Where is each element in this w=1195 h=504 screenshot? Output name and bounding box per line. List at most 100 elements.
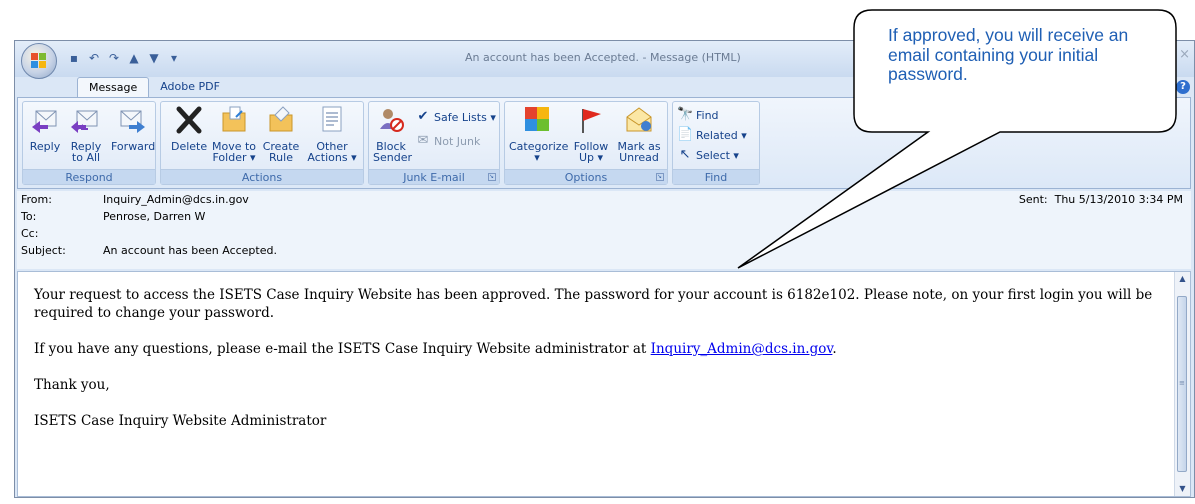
- previous-item-icon[interactable]: ▲: [127, 51, 141, 65]
- delete-label: Delete: [171, 140, 208, 153]
- safe-lists-button[interactable]: ✔ Safe Lists ▾: [415, 108, 496, 126]
- grip-icon: ≡: [1179, 379, 1185, 387]
- group-label-actions: Actions: [161, 169, 363, 184]
- categorize-button[interactable]: Categorize ▾: [509, 105, 569, 165]
- other-actions-button[interactable]: Other Actions ▾: [307, 105, 357, 165]
- body-paragraph: Your request to access the ISETS Case In…: [34, 287, 1153, 321]
- reply-all-label: Reply to All: [70, 140, 102, 164]
- group-label-junk-email: Junk E-mail: [369, 169, 499, 184]
- scroll-down-icon[interactable]: ▼: [1177, 484, 1188, 494]
- cc-label: Cc:: [21, 227, 39, 240]
- message-header: From: Inquiry_Admin@dcs.in.gov To: Penro…: [17, 191, 1191, 269]
- related-label: Related ▾: [696, 128, 747, 142]
- scrollbar-thumb[interactable]: ≡: [1177, 296, 1187, 472]
- block-sender-label: Block Sender: [373, 140, 412, 164]
- office-logo-icon: [31, 53, 47, 69]
- move-to-folder-label: Move to Folder ▾: [211, 140, 257, 164]
- tab-adobe-pdf[interactable]: Adobe PDF: [149, 77, 231, 97]
- junk-dialog-launcher-icon[interactable]: ↘: [488, 173, 496, 181]
- reply-icon: [32, 110, 57, 133]
- group-respond: Reply Reply to All Forward Respond: [22, 101, 156, 185]
- group-options: Categorize ▾ Follow Up ▾ Mark as Unread …: [504, 101, 668, 185]
- reply-all-button[interactable]: Reply to All: [67, 105, 105, 165]
- select-button[interactable]: ↖ Select ▾: [677, 146, 739, 164]
- to-label: To:: [21, 210, 37, 223]
- block-sender-button[interactable]: Block Sender: [373, 105, 412, 165]
- options-dialog-launcher-icon[interactable]: ↘: [656, 173, 664, 181]
- next-item-icon[interactable]: ▼: [147, 51, 161, 65]
- group-label-find: Find: [673, 169, 759, 184]
- subject-value: An account has been Accepted.: [103, 244, 277, 257]
- office-button[interactable]: [21, 43, 57, 79]
- mark-as-unread-button[interactable]: Mark as Unread: [617, 105, 661, 165]
- body-paragraph: If you have any questions, please e-mail…: [34, 340, 1154, 358]
- group-junk-email: Block Sender ✔ Safe Lists ▾ ✉ Not Junk J…: [368, 101, 500, 185]
- not-junk-button[interactable]: ✉ Not Junk: [415, 132, 481, 150]
- callout-text: If approved, you will receive an email c…: [888, 25, 1129, 84]
- from-value[interactable]: Inquiry_Admin@dcs.in.gov: [103, 193, 249, 206]
- reply-all-icon: [71, 110, 98, 133]
- customize-dropdown-icon[interactable]: ▾: [167, 51, 181, 65]
- create-rule-label: Create Rule: [262, 140, 300, 164]
- safe-lists-icon: ✔: [417, 109, 429, 124]
- select-label: Select ▾: [696, 148, 739, 162]
- create-rule-icon: [269, 106, 293, 132]
- delete-button[interactable]: Delete: [171, 105, 207, 165]
- delete-icon: [176, 106, 202, 134]
- binoculars-icon: 🔭: [677, 107, 694, 122]
- categorize-label: Categorize ▾: [509, 140, 569, 164]
- help-icon[interactable]: ?: [1176, 80, 1190, 94]
- to-value[interactable]: Penrose, Darren W: [103, 210, 205, 223]
- tab-message[interactable]: Message: [77, 77, 150, 98]
- window-title: An account has been Accepted. - Message …: [465, 51, 741, 64]
- forward-label: Forward: [111, 140, 156, 153]
- message-body: Your request to access the ISETS Case In…: [34, 286, 1154, 448]
- move-to-folder-button[interactable]: Move to Folder ▾: [211, 105, 257, 165]
- categorize-icon: [525, 107, 549, 131]
- message-window: ▪ ↶ ↷ ▲ ▼ ▾ An account has been Accepted…: [14, 40, 1195, 498]
- body-text: .: [832, 341, 837, 357]
- group-find: 🔭 Find 📄 Related ▾ ↖ Select ▾ Find: [672, 101, 760, 185]
- body-text: If you have any questions, please e-mail…: [34, 341, 651, 357]
- undo-icon[interactable]: ↶: [87, 51, 101, 65]
- forward-button[interactable]: Forward: [111, 105, 156, 165]
- scroll-up-icon[interactable]: ▲: [1177, 274, 1188, 284]
- from-label: From:: [21, 193, 52, 206]
- sent-field: Sent: Thu 5/13/2010 3:34 PM: [1019, 193, 1183, 206]
- related-icon: 📄: [677, 127, 694, 142]
- reply-label: Reply: [29, 140, 61, 153]
- safe-lists-label: Safe Lists ▾: [434, 110, 496, 124]
- find-label: Find: [696, 108, 719, 122]
- other-actions-label: Other Actions ▾: [307, 140, 357, 164]
- save-icon[interactable]: ▪: [67, 51, 81, 65]
- follow-up-button[interactable]: Follow Up ▾: [569, 105, 613, 165]
- group-label-options: Options: [505, 169, 667, 184]
- cursor-icon: ↖: [679, 147, 691, 162]
- redo-icon[interactable]: ↷: [107, 51, 121, 65]
- other-actions-icon: [322, 106, 342, 132]
- close-icon[interactable]: ×: [1179, 47, 1190, 62]
- not-junk-label: Not Junk: [434, 134, 481, 148]
- find-button[interactable]: 🔭 Find: [677, 106, 719, 124]
- vertical-scrollbar[interactable]: ▲ ≡ ▼: [1174, 272, 1190, 496]
- body-paragraph: Thank you,: [34, 377, 110, 393]
- quick-access-toolbar: ▪ ↶ ↷ ▲ ▼ ▾: [67, 49, 181, 67]
- body-paragraph: ISETS Case Inquiry Website Administrator: [34, 413, 327, 429]
- sent-value: Thu 5/13/2010 3:34 PM: [1054, 193, 1183, 206]
- ribbon: Reply Reply to All Forward Respond Delet…: [17, 97, 1191, 189]
- not-junk-icon: ✉: [417, 133, 429, 148]
- message-body-frame[interactable]: Your request to access the ISETS Case In…: [17, 271, 1191, 497]
- admin-email-link[interactable]: Inquiry_Admin@dcs.in.gov: [651, 341, 833, 357]
- sent-label: Sent:: [1018, 193, 1048, 206]
- mark-unread-icon: [626, 107, 652, 132]
- create-rule-button[interactable]: Create Rule: [261, 105, 301, 165]
- follow-up-label: Follow Up ▾: [573, 140, 609, 164]
- subject-label: Subject:: [21, 244, 66, 257]
- mark-as-unread-label: Mark as Unread: [617, 140, 661, 164]
- group-label-respond: Respond: [23, 169, 155, 184]
- related-button[interactable]: 📄 Related ▾: [677, 126, 747, 144]
- follow-up-flag-icon: [582, 109, 601, 133]
- reply-button[interactable]: Reply: [27, 105, 63, 165]
- ribbon-tabs: Message Adobe PDF: [77, 77, 231, 98]
- forward-icon: [120, 110, 145, 133]
